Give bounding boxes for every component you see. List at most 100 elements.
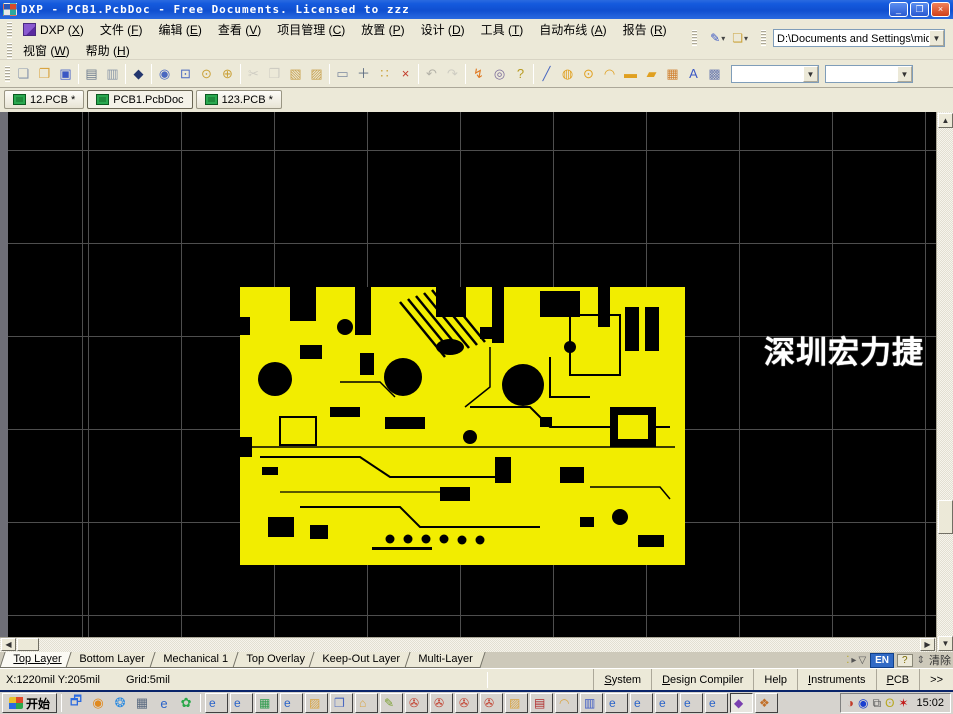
paste-button[interactable]: ▧ — [285, 63, 306, 84]
task-toolbox-4-button[interactable]: ✇ — [480, 693, 503, 713]
task-ie-7-button[interactable]: e — [680, 693, 703, 713]
print-button[interactable]: ▤ — [81, 63, 102, 84]
zoom-document-button[interactable]: ◉ — [154, 63, 175, 84]
task-ie-3-button[interactable]: e — [280, 693, 303, 713]
paste-array-button[interactable]: ▨ — [306, 63, 327, 84]
menu-item-p[interactable]: 放置 (P) — [353, 19, 412, 40]
component-combo-dropdown-icon[interactable]: ▼ — [897, 66, 912, 82]
vertical-scroll-thumb[interactable] — [938, 500, 953, 534]
dropdown-arrow-icon[interactable]: ▾ — [744, 34, 748, 43]
show-desktop-icon[interactable]: 🗗 — [66, 693, 86, 713]
place-polygon-button[interactable]: ▰ — [641, 63, 662, 84]
place-arc-button[interactable]: ◠ — [599, 63, 620, 84]
scroll-right-icon[interactable]: ▶ — [920, 638, 935, 651]
start-button[interactable]: 开始 — [2, 693, 57, 713]
status-panel-instruments[interactable]: Instruments — [797, 669, 875, 690]
new-document-button[interactable]: ❏ — [13, 63, 34, 84]
zoom-area-button[interactable]: ⊡ — [175, 63, 196, 84]
place-fill-button[interactable]: ▬ — [620, 63, 641, 84]
open-button[interactable]: ❐ — [34, 63, 55, 84]
zoom-filtered-button[interactable]: ⊕ — [217, 63, 238, 84]
status-panel--[interactable]: >> — [919, 669, 953, 690]
task-ie-1-button[interactable]: e — [205, 693, 228, 713]
layer-tab-top-overlay[interactable]: Top Overlay — [232, 652, 318, 668]
menu-item-e[interactable]: 编辑 (E) — [151, 19, 210, 40]
task-folder-1-button[interactable]: ▨ — [305, 693, 328, 713]
address-combo-dropdown-icon[interactable]: ▼ — [929, 30, 944, 46]
horizontal-scrollbar[interactable]: ◀ ▶ — [0, 637, 936, 652]
task-ie-4-button[interactable]: e — [605, 693, 628, 713]
menu-item-x[interactable]: DXP (X) — [15, 21, 92, 39]
tray-bulb-icon[interactable]: ʘ — [885, 697, 894, 709]
document-tab[interactable]: PCB1.PcbDoc — [87, 90, 192, 109]
layer-tab-mechanical-1[interactable]: Mechanical 1 — [149, 652, 241, 668]
status-panel-pcb[interactable]: PCB — [876, 669, 920, 690]
net-combo[interactable]: ▼ — [731, 65, 819, 83]
print-preview-button[interactable]: ▥ — [102, 63, 123, 84]
layer-tab-keep-out-layer[interactable]: Keep-Out Layer — [309, 652, 414, 668]
task-ie-2-button[interactable]: e — [230, 693, 253, 713]
deselect-button[interactable]: ∷ — [374, 63, 395, 84]
scroll-left-icon[interactable]: ◀ — [1, 638, 16, 651]
task-paint-button[interactable]: ✎ — [380, 693, 403, 713]
task-folder-up-button[interactable]: ⌂ — [355, 693, 378, 713]
task-book-button[interactable]: ▥ — [580, 693, 603, 713]
tray-network-icon[interactable]: ⧉ — [872, 697, 881, 709]
clear-button[interactable]: 清除 — [929, 652, 951, 668]
interactive-routing-button[interactable]: ↯ — [468, 63, 489, 84]
task-helmet-button[interactable]: ◠ — [555, 693, 578, 713]
tray-volume-icon[interactable]: ◑ — [847, 697, 854, 709]
pcb-canvas[interactable]: 深圳宏力捷 — [0, 112, 936, 637]
layout-tool-button[interactable]: ❏▾ — [729, 30, 751, 46]
task-dxp-button[interactable]: ◆ — [730, 693, 753, 713]
document-tab[interactable]: 123.PCB * — [196, 90, 282, 109]
task-books-button[interactable]: ▤ — [530, 693, 553, 713]
status-panel-design-compiler[interactable]: Design Compiler — [651, 669, 753, 690]
menu-item-f[interactable]: 文件 (F) — [92, 19, 151, 40]
spinner-icon[interactable]: ⇕ — [916, 655, 926, 666]
menu-item-d[interactable]: 设计 (D) — [413, 19, 473, 40]
zoom-selected-button[interactable]: ⊙ — [196, 63, 217, 84]
tray-scanner-icon[interactable]: ✶ — [898, 697, 908, 709]
place-via-button[interactable]: ⊙ — [578, 63, 599, 84]
component-combo[interactable]: ▼ — [825, 65, 913, 83]
task-toolbox-2-button[interactable]: ✇ — [430, 693, 453, 713]
select-area-button[interactable]: ▭ — [332, 63, 353, 84]
place-pad-button[interactable]: ◍ — [557, 63, 578, 84]
status-panel-system[interactable]: System — [593, 669, 651, 690]
task-folder-2-button[interactable]: ▨ — [505, 693, 528, 713]
task-app-window-button[interactable]: ❒ — [330, 693, 353, 713]
restore-button[interactable]: ❐ — [910, 2, 929, 17]
menu-item-h[interactable]: 帮助 (H) — [78, 40, 138, 61]
save-button[interactable]: ▣ — [55, 63, 76, 84]
media-player-icon[interactable]: ◉ — [88, 693, 108, 713]
whats-this-help-button[interactable]: ? — [510, 63, 531, 84]
title-bar[interactable]: DXP - PCB1.PcbDoc - Free Documents. Lice… — [0, 0, 953, 19]
horizontal-scroll-thumb[interactable] — [17, 638, 39, 651]
browser-button[interactable]: ◆ — [128, 63, 149, 84]
menu-item-r[interactable]: 报告 (R) — [615, 19, 675, 40]
dropdown-arrow-icon[interactable]: ▾ — [721, 34, 725, 43]
minimize-button[interactable]: _ — [889, 2, 908, 17]
scroll-up-icon[interactable]: ▲ — [938, 113, 953, 128]
close-button[interactable]: × — [931, 2, 950, 17]
task-colors-button[interactable]: ❖ — [755, 693, 778, 713]
clear-selection-button[interactable]: × — [395, 63, 416, 84]
measure-tool-button[interactable]: ✎▾ — [707, 30, 728, 46]
tray-audio-wave-icon[interactable]: ◉ — [858, 697, 868, 709]
menu-item-t[interactable]: 工具 (T) — [473, 19, 532, 40]
place-array-button[interactable]: ▦ — [662, 63, 683, 84]
menu-item-c[interactable]: 项目管理 (C) — [269, 19, 353, 40]
place-line-button[interactable]: ╱ — [536, 63, 557, 84]
menu-item-a[interactable]: 自动布线 (A) — [531, 19, 614, 40]
find-similar-button[interactable]: ◎ — [489, 63, 510, 84]
task-spreadsheet-button[interactable]: ▦ — [255, 693, 278, 713]
scroll-down-icon[interactable]: ▼ — [938, 636, 953, 651]
net-combo-dropdown-icon[interactable]: ▼ — [803, 66, 818, 82]
menu-item-w[interactable]: 视窗 (W) — [15, 40, 78, 61]
address-combo[interactable]: D:\Documents and Settings\midea\桌面 ▼ — [773, 29, 945, 47]
menu-item-v[interactable]: 查看 (V) — [210, 19, 269, 40]
panel-splitter[interactable] — [0, 112, 8, 637]
filter-icon[interactable]: ▽ — [857, 655, 867, 666]
layer-tab-bottom-layer[interactable]: Bottom Layer — [66, 652, 159, 668]
